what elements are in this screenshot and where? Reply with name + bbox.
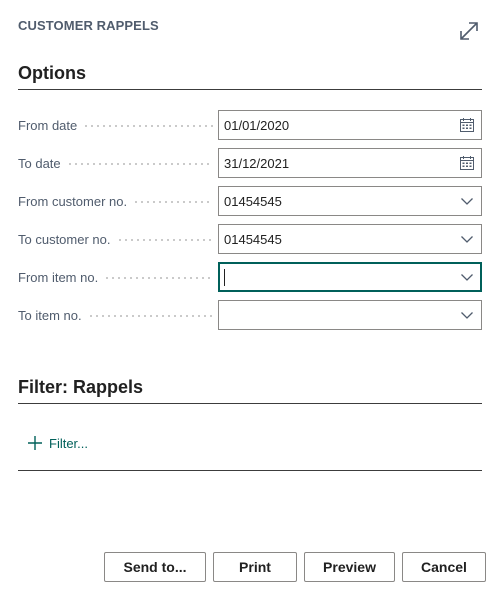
preview-button[interactable]: Preview <box>304 552 395 582</box>
print-button[interactable]: Print <box>213 552 297 582</box>
from-item-label: From item no. <box>18 262 213 292</box>
chevron-down-icon[interactable] <box>453 187 481 215</box>
to-customer-label: To customer no. <box>18 224 213 254</box>
options-header: Options <box>18 63 482 90</box>
to-customer-field[interactable]: 01454545 <box>218 224 482 254</box>
chevron-down-icon[interactable] <box>453 301 481 329</box>
add-filter-button[interactable]: Filter... <box>27 432 88 454</box>
divider <box>18 470 482 471</box>
cancel-button[interactable]: Cancel <box>402 552 486 582</box>
to-date-field[interactable]: 31/12/2021 <box>218 148 482 178</box>
from-item-field[interactable] <box>218 262 482 292</box>
to-item-row: To item no. <box>18 300 482 330</box>
expand-icon <box>460 22 478 40</box>
chevron-down-icon[interactable] <box>453 263 481 291</box>
chevron-down-icon[interactable] <box>453 225 481 253</box>
from-date-row: From date 01/01/2020 <box>18 110 482 140</box>
send-to-button[interactable]: Send to... <box>104 552 206 582</box>
options-heading: Options <box>18 63 86 83</box>
plus-icon <box>28 436 42 450</box>
from-customer-label: From customer no. <box>18 186 213 216</box>
calendar-icon[interactable] <box>453 149 481 177</box>
to-item-field[interactable] <box>218 300 482 330</box>
from-customer-field[interactable]: 01454545 <box>218 186 482 216</box>
from-customer-row: From customer no. 01454545 <box>18 186 482 216</box>
dialog-title: CUSTOMER RAPPELS <box>18 18 159 33</box>
filter-header: Filter: Rappels <box>18 377 482 404</box>
calendar-icon[interactable] <box>453 111 481 139</box>
from-date-field[interactable]: 01/01/2020 <box>218 110 482 140</box>
to-customer-row: To customer no. 01454545 <box>18 224 482 254</box>
from-date-label: From date <box>18 110 213 140</box>
to-item-label: To item no. <box>18 300 213 330</box>
text-cursor <box>224 268 225 286</box>
to-date-row: To date 31/12/2021 <box>18 148 482 178</box>
filter-heading: Filter: Rappels <box>18 377 144 397</box>
expand-button[interactable] <box>456 18 482 44</box>
to-date-label: To date <box>18 148 213 178</box>
from-item-row: From item no. <box>18 262 482 292</box>
add-filter-label: Filter... <box>49 435 89 451</box>
